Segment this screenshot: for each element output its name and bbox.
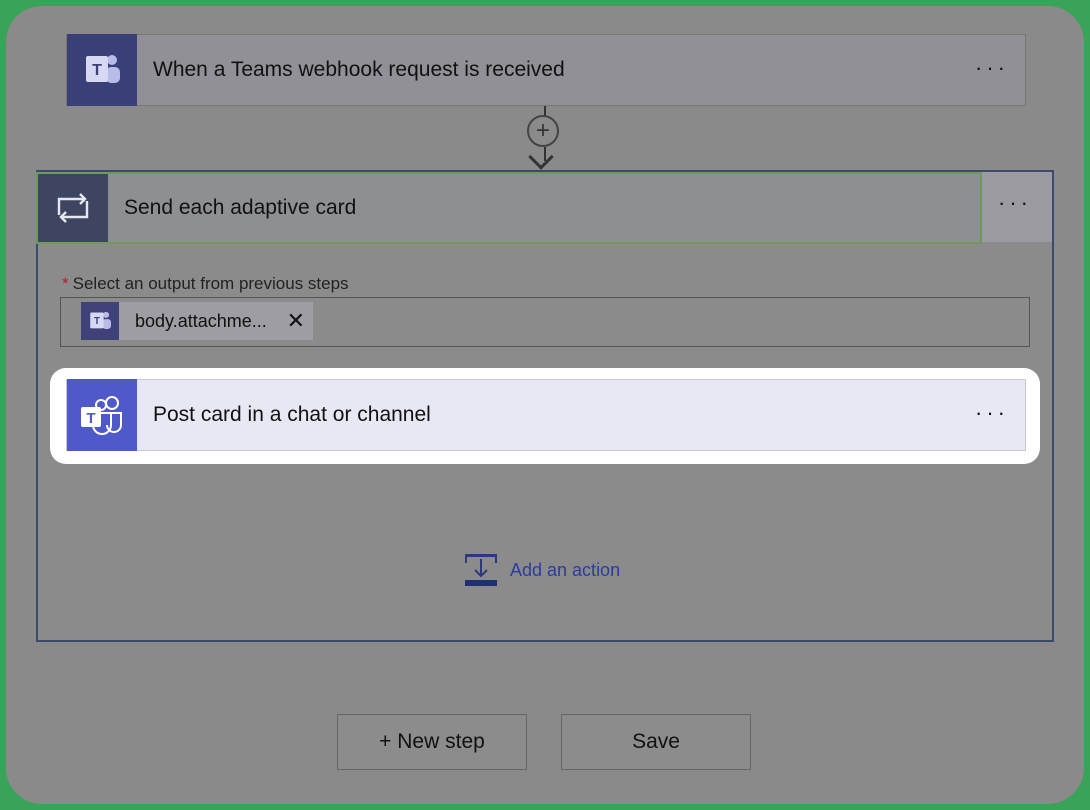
svg-text:T: T bbox=[86, 410, 95, 427]
post-card-action[interactable]: T Post card in a chat or channel ··· bbox=[66, 379, 1026, 451]
svg-text:T: T bbox=[92, 62, 102, 79]
scope-more-menu[interactable]: ··· bbox=[982, 172, 1052, 242]
dynamic-content-token[interactable]: T body.attachme... ✕ bbox=[81, 302, 313, 340]
required-marker: * bbox=[62, 274, 69, 293]
teams-token-icon: T bbox=[81, 302, 119, 340]
insert-step-plus-icon[interactable]: + bbox=[527, 115, 559, 147]
scope-title: Send each adaptive card bbox=[124, 196, 357, 219]
teams-icon: T bbox=[67, 379, 137, 451]
flow-designer-canvas: T When a Teams webhook request is receiv… bbox=[6, 6, 1084, 804]
token-label: body.attachme... bbox=[135, 310, 267, 331]
scope-more-menu-icon[interactable]: ··· bbox=[998, 190, 1032, 216]
output-field-label-text: Select an output from previous steps bbox=[72, 274, 349, 293]
add-an-action-button[interactable]: Add an action bbox=[464, 553, 620, 587]
trigger-title: When a Teams webhook request is received bbox=[153, 58, 565, 81]
trigger-more-menu-icon[interactable]: ··· bbox=[975, 55, 1009, 81]
svg-text:T: T bbox=[94, 316, 100, 327]
action-more-menu-icon[interactable]: ··· bbox=[975, 400, 1009, 426]
teams-icon: T bbox=[67, 34, 137, 106]
save-button[interactable]: Save bbox=[561, 714, 751, 770]
remove-token-close-icon[interactable]: ✕ bbox=[287, 308, 305, 334]
add-action-icon bbox=[465, 554, 497, 586]
trigger-card[interactable]: T When a Teams webhook request is receiv… bbox=[66, 34, 1026, 106]
connector-arrow-icon bbox=[528, 144, 554, 170]
add-an-action-label: Add an action bbox=[510, 559, 621, 580]
action-title: Post card in a chat or channel bbox=[153, 403, 431, 426]
loop-icon bbox=[38, 174, 108, 242]
output-field-input[interactable]: T body.attachme... ✕ bbox=[60, 297, 1030, 347]
output-field-label: * Select an output from previous steps bbox=[62, 274, 349, 294]
apply-to-each-header[interactable]: Send each adaptive card bbox=[36, 172, 982, 244]
new-step-button[interactable]: + New step bbox=[337, 714, 527, 770]
